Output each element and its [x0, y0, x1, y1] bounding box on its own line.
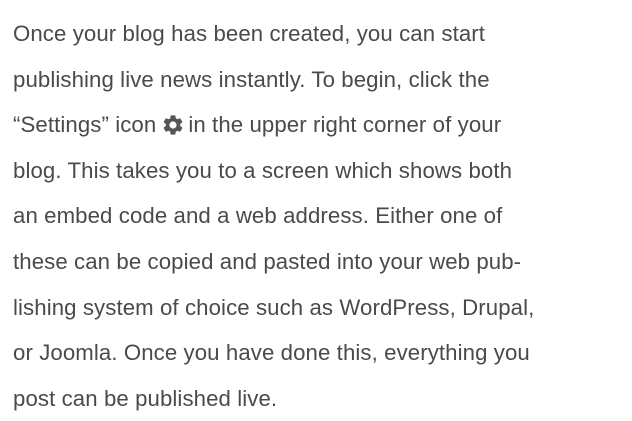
text-line-8: or Joomla. Once you have done this, ever…	[13, 340, 530, 366]
text-line-3-after-icon: in the upper right corner of your	[188, 112, 502, 138]
text-line-2: publishing live news instantly. To begin…	[13, 66, 490, 92]
instructions-paragraph: Once your blog has been created, you can…	[13, 11, 625, 421]
text-line-3-before-icon: “Settings” icon	[13, 112, 157, 138]
text-line-9: post can be published live.	[13, 385, 278, 411]
text-line-6: these can be copied and pasted into your…	[13, 248, 522, 274]
text-line-5: an embed code and a web address. Either …	[13, 203, 503, 229]
gear-icon	[161, 113, 185, 137]
text-line-3: “Settings” icon in the upper right corner…	[13, 102, 625, 148]
text-line-1: Once your blog has been created, you can…	[13, 21, 486, 46]
text-line-7: lishing system of choice such as WordPre…	[13, 294, 535, 320]
text-line-4: blog. This takes you to a screen which s…	[13, 157, 513, 183]
